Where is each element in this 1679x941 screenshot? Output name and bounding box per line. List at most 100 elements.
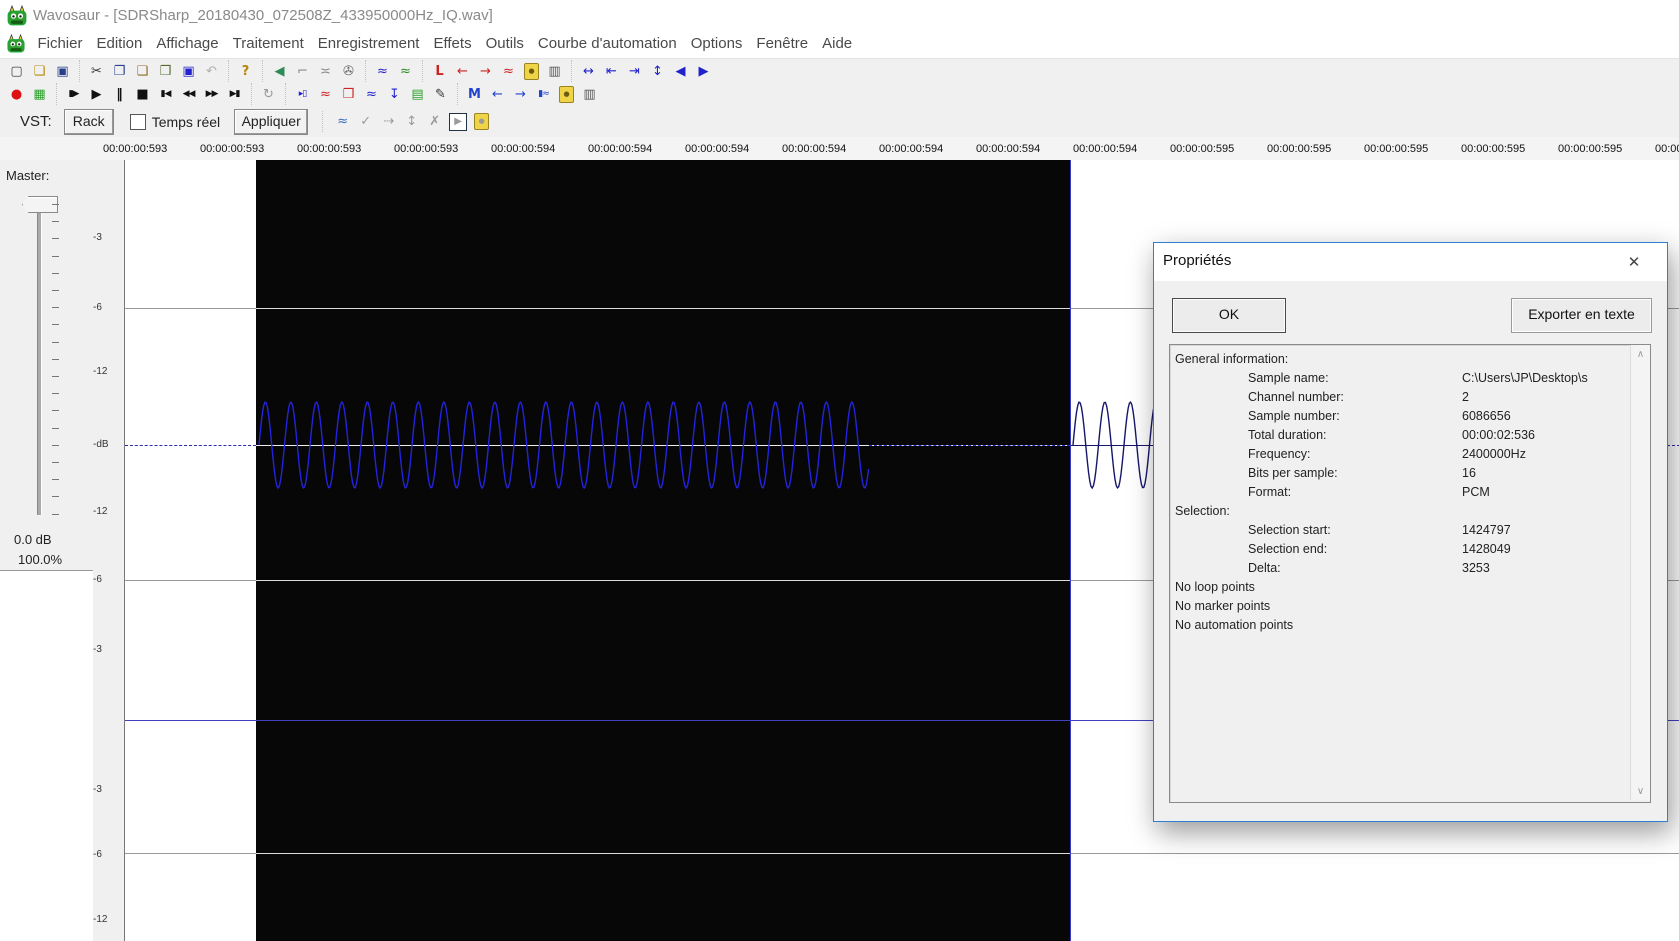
menu-item-outils[interactable]: Outils — [479, 32, 531, 55]
zoom-in-wave-icon[interactable]: ⇥ — [623, 61, 646, 82]
property-row[interactable]: Selection end: 1428049 — [1170, 540, 1650, 559]
batch-process-icon[interactable]: ▤ — [406, 84, 429, 105]
level-meter-icon[interactable]: ▦ — [28, 84, 51, 105]
master-fader-track[interactable] — [37, 200, 42, 515]
wrench-icon[interactable]: ✇ — [337, 61, 360, 82]
menu-item-edition[interactable]: Edition — [89, 32, 149, 55]
new-file-icon[interactable]: ▢ — [5, 61, 28, 82]
wave-delete-icon[interactable]: ≈ — [497, 61, 520, 82]
menu-item-affichage[interactable]: Affichage — [149, 32, 225, 55]
connector-point-icon[interactable]: ⌐ — [291, 61, 314, 82]
scroll-down-icon[interactable]: ∨ — [1631, 782, 1650, 800]
scroll-up-icon[interactable]: ∧ — [1631, 345, 1650, 363]
play-icon[interactable]: ▶ — [85, 84, 108, 105]
dots-arrow-icon[interactable]: ⇢ — [377, 111, 400, 132]
undo-icon[interactable]: ↶ — [200, 61, 223, 82]
property-row[interactable]: Sample number: 6086656 — [1170, 407, 1650, 426]
property-row[interactable]: Delta: 3253 — [1170, 559, 1650, 578]
vertical-resize-icon[interactable]: ↕ — [400, 111, 423, 132]
save-file-icon[interactable]: ▣ — [51, 61, 74, 82]
zoom-selection-icon[interactable]: ↔ — [577, 61, 600, 82]
property-row[interactable]: General information: — [1170, 350, 1650, 369]
property-row[interactable]: Frequency: 2400000Hz — [1170, 445, 1650, 464]
go-end-icon[interactable]: ▶▮ — [223, 84, 246, 105]
timeline-ruler[interactable]: 00:00:00:593 00:00:00:593 00:00:00:593 00:0… — [0, 137, 1679, 161]
marker-L-icon[interactable]: L — [428, 61, 451, 82]
vst-apply-button[interactable]: Appliquer — [234, 108, 309, 135]
rewind-icon[interactable]: ◀◀ — [177, 84, 200, 105]
vst-rack-button[interactable]: Rack — [63, 108, 114, 135]
play-reverse-icon[interactable]: ◀ — [669, 61, 692, 82]
sonogram-icon[interactable]: ❒ — [337, 84, 360, 105]
trash-icon[interactable]: ▥ — [578, 84, 601, 105]
open-folder-icon[interactable]: ❏ — [28, 61, 51, 82]
marker-next-icon[interactable]: → — [509, 84, 532, 105]
menu-item-fen-tre[interactable]: Fenêtre — [749, 32, 815, 55]
property-row[interactable]: Bits per sample: 16 — [1170, 464, 1650, 483]
property-row[interactable]: No marker points — [1170, 597, 1650, 616]
paste-insert-icon[interactable]: ▸▯ — [291, 84, 314, 105]
lock-icon[interactable]: ● — [559, 85, 574, 103]
automation-curve-icon[interactable]: ≈ — [331, 111, 354, 132]
paste-special-icon[interactable]: ❒ — [154, 61, 177, 82]
fader-tick — [52, 427, 59, 429]
export-text-button[interactable]: Exporter en texte — [1511, 298, 1652, 333]
menu-item-aide[interactable]: Aide — [815, 32, 859, 55]
menu-item-traitement[interactable]: Traitement — [226, 32, 311, 55]
property-row[interactable]: No automation points — [1170, 616, 1650, 635]
ruler-timestamp: 00:00:00:595 — [1364, 143, 1429, 155]
ok-button[interactable]: OK — [1172, 298, 1286, 333]
property-row[interactable]: Channel number: 2 — [1170, 388, 1650, 407]
pencil-edit-icon[interactable]: ✎ — [429, 84, 452, 105]
speaker-icon[interactable]: ◀ — [268, 61, 291, 82]
trash-icon[interactable]: ▥ — [543, 61, 566, 82]
connector-link-icon[interactable]: ≍ — [314, 61, 337, 82]
loop-mode-icon[interactable]: ↻ — [257, 84, 280, 105]
play-automation-icon[interactable]: ▶ — [449, 112, 468, 131]
menu-item-enregistrement[interactable]: Enregistrement — [311, 32, 427, 55]
apply-check-icon[interactable]: ✓ — [354, 111, 377, 132]
menu-item-options[interactable]: Options — [684, 32, 750, 55]
properties-list[interactable]: General information: Sample name: C:\Users… — [1169, 344, 1651, 803]
wave-stats-icon[interactable]: ≈ — [360, 84, 383, 105]
dialog-titlebar[interactable]: Propriétés ✕ — [1154, 243, 1667, 281]
menu-item-effets[interactable]: Effets — [426, 32, 478, 55]
pause-icon[interactable]: ‖ — [108, 84, 131, 105]
wave-interpolate-icon[interactable]: ≈ — [371, 61, 394, 82]
marker-transient-icon[interactable]: ▮≈ — [532, 84, 555, 105]
realtime-checkbox[interactable] — [129, 113, 146, 130]
property-row[interactable]: Format: PCM — [1170, 483, 1650, 502]
record-icon[interactable]: ● — [5, 84, 28, 105]
stop-icon[interactable]: ■ — [131, 84, 154, 105]
close-icon[interactable]: ✕ — [1620, 249, 1648, 275]
menu-item-courbe-d-automation[interactable]: Courbe d'automation — [531, 32, 684, 55]
marker-prev-icon[interactable]: ← — [486, 84, 509, 105]
copy-icon[interactable]: ❐ — [108, 61, 131, 82]
help-icon[interactable]: ? — [234, 61, 257, 82]
zoom-vertical-icon[interactable]: ↕ — [646, 61, 669, 82]
play-forward-icon[interactable]: ▶ — [692, 61, 715, 82]
delete-x-icon[interactable]: ✗ — [423, 111, 446, 132]
cut-icon[interactable]: ✂ — [85, 61, 108, 82]
lock-icon[interactable]: ● — [524, 62, 539, 80]
property-row[interactable]: Selection start: 1424797 — [1170, 521, 1650, 540]
property-row[interactable]: Sample name: C:\Users\JP\Desktop\s — [1170, 369, 1650, 388]
goto-prev-icon[interactable]: ← — [451, 61, 474, 82]
paste-icon[interactable]: ❑ — [131, 61, 154, 82]
marker-M-icon[interactable]: M — [463, 84, 486, 105]
normalize-icon[interactable]: ↧ — [383, 84, 406, 105]
property-row[interactable]: Total duration: 00:00:02:536 — [1170, 426, 1650, 445]
play-from-cursor-icon[interactable]: ▮▶ — [62, 84, 85, 105]
wave-resample-icon[interactable]: ≈ — [394, 61, 417, 82]
analysis-wave-icon[interactable]: ≈ — [314, 84, 337, 105]
zoom-out-wave-icon[interactable]: ⇤ — [600, 61, 623, 82]
menu-item-fichier[interactable]: Fichier — [30, 32, 89, 55]
goto-next-icon[interactable]: → — [474, 61, 497, 82]
property-row[interactable]: No loop points — [1170, 578, 1650, 597]
lock-icon[interactable]: ● — [474, 113, 490, 130]
fast-forward-icon[interactable]: ▶▶ — [200, 84, 223, 105]
scrollbar[interactable]: ∧ ∨ — [1630, 345, 1650, 800]
property-row[interactable]: Selection: — [1170, 502, 1650, 521]
go-start-icon[interactable]: ▮◀ — [154, 84, 177, 105]
loop-selection-icon[interactable]: ▣ — [177, 61, 200, 82]
